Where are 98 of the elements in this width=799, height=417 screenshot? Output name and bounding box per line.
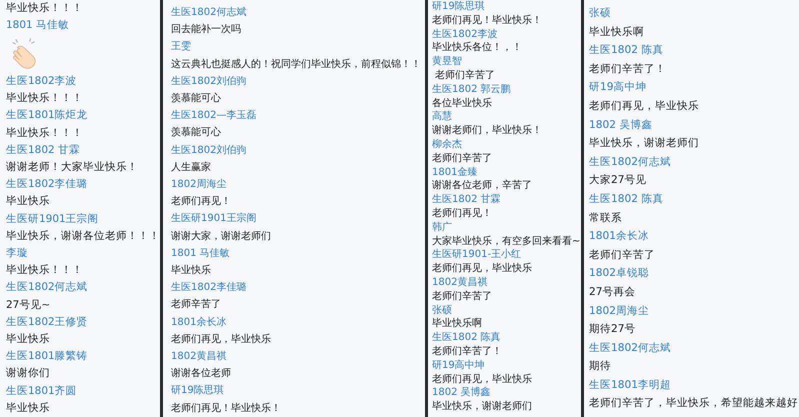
message-text: 毕业快乐各位！，！ xyxy=(432,41,523,56)
message-text: 常联系 xyxy=(589,210,623,226)
message-text: 谢谢各位老师，辛苦了 xyxy=(432,179,533,194)
message-text: 老师们再见，毕业快乐 xyxy=(432,372,533,386)
message-text: 毕业快乐 xyxy=(6,194,51,210)
sender-name[interactable]: 生医1802何志斌 xyxy=(171,4,425,22)
message-text: 老师们再见！ xyxy=(171,194,232,210)
message-text: 期待 xyxy=(589,359,612,374)
message-text: 老师们辛苦了，毕业快乐，希望能越来越好 xyxy=(589,396,799,412)
sender-name[interactable]: 生医1802 陈真 xyxy=(589,190,799,209)
sender-name[interactable]: 黄昱智 xyxy=(432,55,581,69)
message-text: 老师们辛苦了！ xyxy=(432,344,503,359)
sender-name[interactable]: 生医1802李佳璐 xyxy=(171,279,425,296)
sender-name[interactable]: 高慧 xyxy=(432,110,581,124)
sender-name[interactable]: 生医研1901-王小红 xyxy=(432,248,581,262)
sender-name[interactable]: 生医1801滕繁铸 xyxy=(6,348,160,366)
message-text: 毕业快乐！！！ xyxy=(6,263,84,278)
sender-name[interactable]: 1801 马佳敏 xyxy=(6,17,160,34)
message-text: 老师们再见！ xyxy=(432,206,493,221)
sender-name[interactable]: 生医1801陈炬龙 xyxy=(6,107,160,125)
message-text: 羡慕能可心 xyxy=(171,92,222,106)
message-text: 毕业快乐！！！ xyxy=(6,91,84,106)
sender-name[interactable]: 生医1802 陈真 xyxy=(589,41,799,60)
sender-name[interactable]: 生医1802刘伯驹 xyxy=(171,72,425,90)
message-text: 大家27号见 xyxy=(589,173,648,188)
sender-name[interactable]: 1802黄昌祺 xyxy=(432,276,581,290)
message-text: 谢谢你们 xyxy=(6,366,51,382)
message-text: 谢谢各位老师 xyxy=(171,366,232,382)
sender-name[interactable]: 生医研1901王宗阁 xyxy=(171,210,425,228)
sender-name[interactable]: 1802周海尘 xyxy=(589,302,799,320)
message-text: 老师们辛苦了！ xyxy=(589,62,667,77)
sender-name[interactable]: 生医1802 甘霖 xyxy=(432,193,581,207)
sender-name[interactable]: 生医1802何志斌 xyxy=(6,279,160,297)
sender-name[interactable]: 李璇 xyxy=(6,244,160,262)
sender-name[interactable]: 研19高中坤 xyxy=(589,78,799,97)
message-text: 谢谢老师们，毕业快乐！ xyxy=(432,124,543,138)
sender-name[interactable]: 研19陈思琪 xyxy=(432,0,581,14)
sender-name[interactable]: 1801金臻 xyxy=(432,166,581,180)
message-text: 老师辛苦了 xyxy=(171,298,222,312)
message-text: 毕业快乐啊 xyxy=(589,24,645,40)
sender-name[interactable]: 生医研1901王宗阁 xyxy=(6,210,160,228)
sender-name[interactable]: 1802周海尘 xyxy=(171,176,425,194)
message-text: 老师们再见，毕业快乐 xyxy=(432,262,533,276)
message-text: 老师们再见，毕业快乐 xyxy=(171,332,272,347)
sender-name[interactable]: 生医1802李波 xyxy=(432,28,581,42)
sender-name[interactable]: 生医1802李波 xyxy=(6,72,160,90)
message-text: 毕业快乐 xyxy=(6,400,51,416)
message-text: 27号再会 xyxy=(589,284,636,300)
sender-name[interactable]: 生医1802—李玉磊 xyxy=(171,107,425,124)
sender-name[interactable]: 1802卓锐聪 xyxy=(589,264,799,283)
sender-name[interactable]: 生医1802 陈真 xyxy=(432,331,581,345)
sender-name[interactable]: 生医1802何志斌 xyxy=(589,338,799,358)
sender-name[interactable]: 王雯 xyxy=(171,38,425,56)
message-text: 毕业快乐，谢谢老师们 xyxy=(589,136,700,152)
message-text: 毕业快乐，谢谢各位老师！！！ xyxy=(6,228,160,244)
sender-name[interactable]: 研19高中坤 xyxy=(432,358,581,373)
sender-name[interactable]: 柳余杰 xyxy=(432,138,581,152)
sender-name[interactable]: 生医1802 甘霖 xyxy=(6,142,160,159)
message-text: 大家毕业快乐，有空多回来看看~ xyxy=(432,234,581,248)
sender-name[interactable]: 1801余长冰 xyxy=(589,227,799,246)
sender-name[interactable]: 1801余长冰 xyxy=(171,314,425,331)
sender-name[interactable]: 生医1801李明超 xyxy=(589,376,799,394)
message-text: 老师们再见！毕业快乐！ xyxy=(171,402,282,416)
message-text: 各位毕业快乐 xyxy=(432,96,493,110)
message-text: 羡慕能可心 xyxy=(171,126,222,140)
sender-name[interactable]: 生医1802何志斌 xyxy=(589,152,799,172)
message-text: 人生赢家 xyxy=(171,160,212,175)
message-text: 毕业快乐啊 xyxy=(432,317,483,332)
message-text: 毕业快乐！！！ xyxy=(6,126,84,141)
sender-name[interactable]: 研19陈思琪 xyxy=(171,382,425,400)
sender-name[interactable]: 1802黄昌祺 xyxy=(171,348,425,366)
sender-name[interactable]: 韩广 xyxy=(432,220,581,235)
message-text: 这云典礼也挺感人的！祝同学们毕业快乐，前程似锦！！ xyxy=(171,58,422,72)
sender-name[interactable]: 1802 吴博鑫 xyxy=(432,386,581,400)
message-text: 毕业快乐 xyxy=(6,332,51,347)
message-text: 老师们再见，毕业快乐 xyxy=(589,98,700,114)
message-text: 毕业快乐 xyxy=(171,264,212,278)
message-text: 谢谢大家，谢谢老师们 xyxy=(171,230,272,244)
message-text: 老师们辛苦了 xyxy=(432,290,493,304)
sender-name[interactable]: 1802 吴博鑫 xyxy=(589,116,799,134)
message-text: 老师们辛苦了 xyxy=(434,68,496,83)
sender-name[interactable]: 生医1802刘伯驹 xyxy=(171,142,425,159)
sender-name[interactable]: 生医1802李佳璐 xyxy=(6,176,160,194)
message-text: 回去能补一次吗 xyxy=(171,22,242,38)
message-text: 老师们辛苦了 xyxy=(432,152,493,166)
sender-name[interactable]: 生医1801齐圆 xyxy=(6,382,160,400)
sender-name[interactable]: 生医1802王修贤 xyxy=(6,314,160,331)
sender-name[interactable]: 张硕 xyxy=(432,304,581,318)
message-text: 老师们辛苦了 xyxy=(589,248,656,263)
sender-name[interactable]: 1801 马佳敏 xyxy=(171,244,425,262)
message-text: 谢谢老师！大家毕业快乐！ xyxy=(6,160,139,175)
sender-name[interactable]: 张硕 xyxy=(589,4,799,23)
message-text: 毕业快乐！！！ xyxy=(6,1,84,16)
message-text: 老师们再见！毕业快乐！ xyxy=(432,14,543,28)
message-text: 毕业快乐，谢谢老师们 xyxy=(432,400,533,414)
message-text: 27号见~ xyxy=(6,298,52,313)
sender-name[interactable]: 生医1802 郭云鹏 xyxy=(432,82,581,97)
message-text: 期待27号 xyxy=(589,322,636,338)
